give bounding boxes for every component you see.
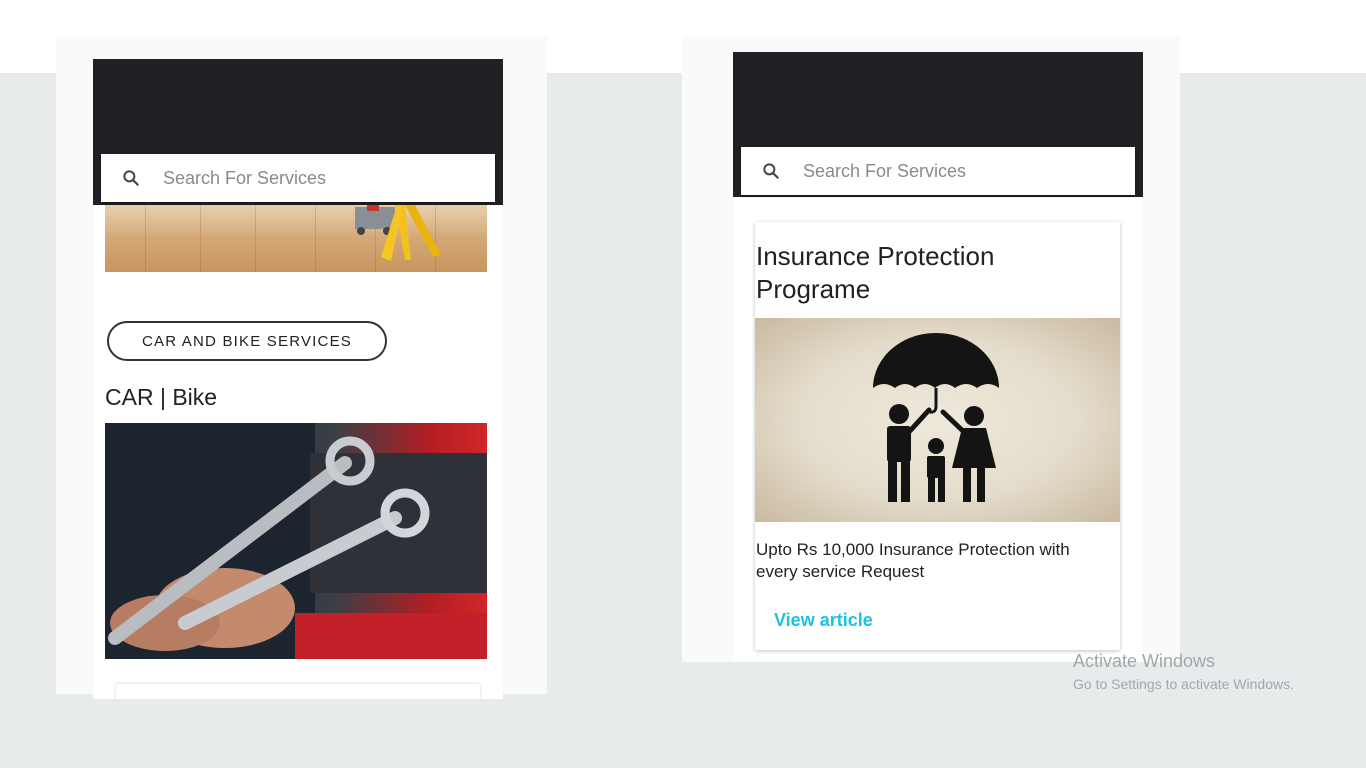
right-screenshot-panel: Insurance Protection Programe [682, 36, 1180, 662]
category-chip-car-bike[interactable]: CAR AND BIKE SERVICES [107, 321, 387, 361]
right-phone-screen: Insurance Protection Programe [733, 52, 1143, 662]
umbrella-family-illustration [873, 333, 999, 502]
view-article-link[interactable]: View article [774, 610, 873, 631]
search-input[interactable] [163, 167, 463, 189]
insurance-image [755, 318, 1120, 522]
next-service-card[interactable] [116, 684, 480, 699]
wet-floor-sign-illustration [355, 205, 441, 261]
windows-activation-watermark: Activate Windows Go to Settings to activ… [1073, 651, 1294, 692]
wrench-illustration [105, 423, 487, 659]
insurance-card: Insurance Protection Programe Upto Rs 10… [755, 222, 1120, 650]
search-icon [123, 170, 139, 186]
watermark-subtitle: Go to Settings to activate Windows. [1073, 676, 1294, 692]
car-bike-service-image[interactable] [105, 423, 487, 659]
left-screenshot-panel: CAR AND BIKE SERVICES CAR | Bike [56, 36, 547, 699]
section-title: CAR | Bike [105, 384, 218, 410]
left-phone-screen: CAR AND BIKE SERVICES CAR | Bike [93, 59, 503, 699]
search-icon [763, 163, 779, 179]
card-description: Upto Rs 10,000 Insurance Protection with… [756, 540, 1070, 581]
cleaning-service-image[interactable] [105, 205, 487, 272]
watermark-title: Activate Windows [1073, 651, 1216, 671]
search-input[interactable] [803, 160, 1103, 182]
search-bar [101, 154, 495, 202]
search-bar [741, 147, 1135, 195]
card-title: Insurance Protection Programe [756, 241, 995, 304]
